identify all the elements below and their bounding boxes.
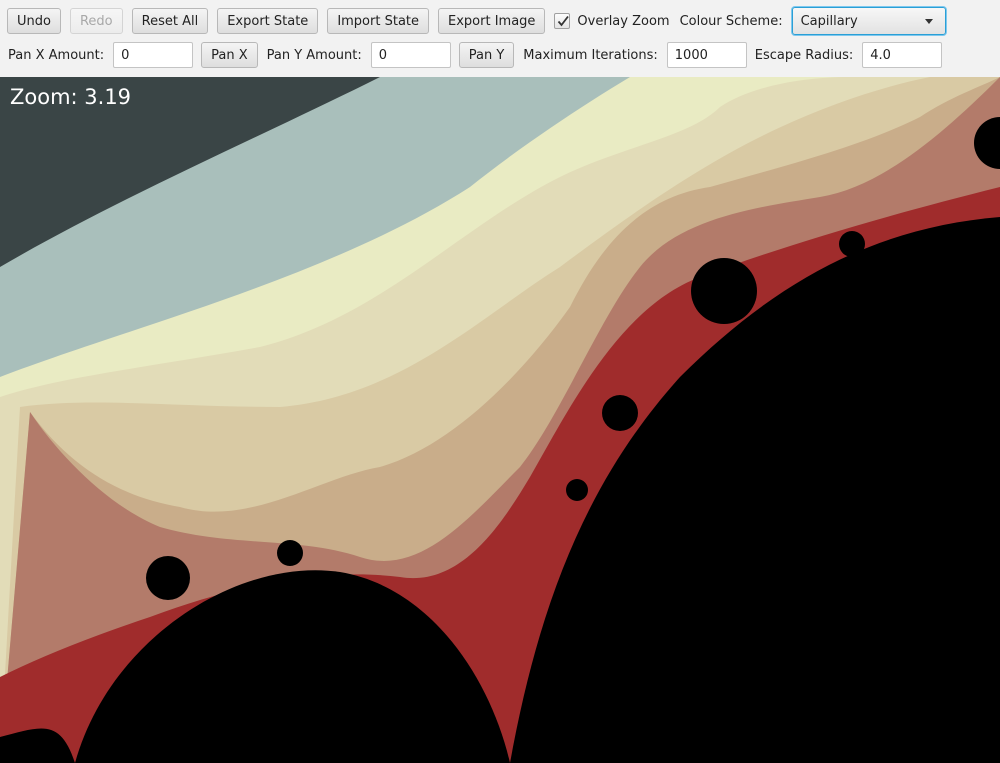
max-iterations-input[interactable]: 1000 [666,42,747,68]
max-iterations-label: Maximum Iterations: [523,47,658,63]
pan-y-label: Pan Y Amount: [266,47,362,63]
pan-x-label: Pan X Amount: [8,47,105,63]
reset-all-button[interactable]: Reset All [131,8,209,34]
checkmark-icon [558,15,570,27]
pan-x-input[interactable]: 0 [113,42,194,68]
export-state-button[interactable]: Export State [217,8,319,34]
colour-scheme-value: Capillary [800,13,858,29]
toolbar: Undo Redo Reset All Export State Import … [0,0,1000,77]
toolbar-row-bottom: Pan X Amount: 0 Pan X Pan Y Amount: 0 Pa… [8,40,950,70]
pan-y-button[interactable]: Pan Y [458,42,515,68]
undo-button[interactable]: Undo [7,8,61,34]
fractal-canvas[interactable]: Zoom: 3.19 [0,77,1000,763]
colour-scheme-select[interactable]: Capillary [791,7,946,35]
import-state-button[interactable]: Import State [327,8,430,34]
escape-radius-label: Escape Radius: [754,47,854,63]
overlay-zoom-checkbox[interactable] [554,13,571,29]
escape-radius-input[interactable]: 4.0 [862,42,943,68]
overlay-zoom-label: Overlay Zoom [577,13,670,29]
zoom-overlay-label: Zoom: 3.19 [10,85,132,109]
pan-y-input[interactable]: 0 [370,42,451,68]
overlay-zoom-toggle[interactable]: Overlay Zoom [554,13,670,29]
fractal-image [0,77,1000,763]
chevron-down-icon [924,18,933,24]
colour-scheme-label: Colour Scheme: [679,13,783,29]
redo-button[interactable]: Redo [69,8,123,34]
pan-x-button[interactable]: Pan X [201,42,258,68]
export-image-button[interactable]: Export Image [438,8,546,34]
toolbar-row-top: Undo Redo Reset All Export State Import … [7,6,946,36]
